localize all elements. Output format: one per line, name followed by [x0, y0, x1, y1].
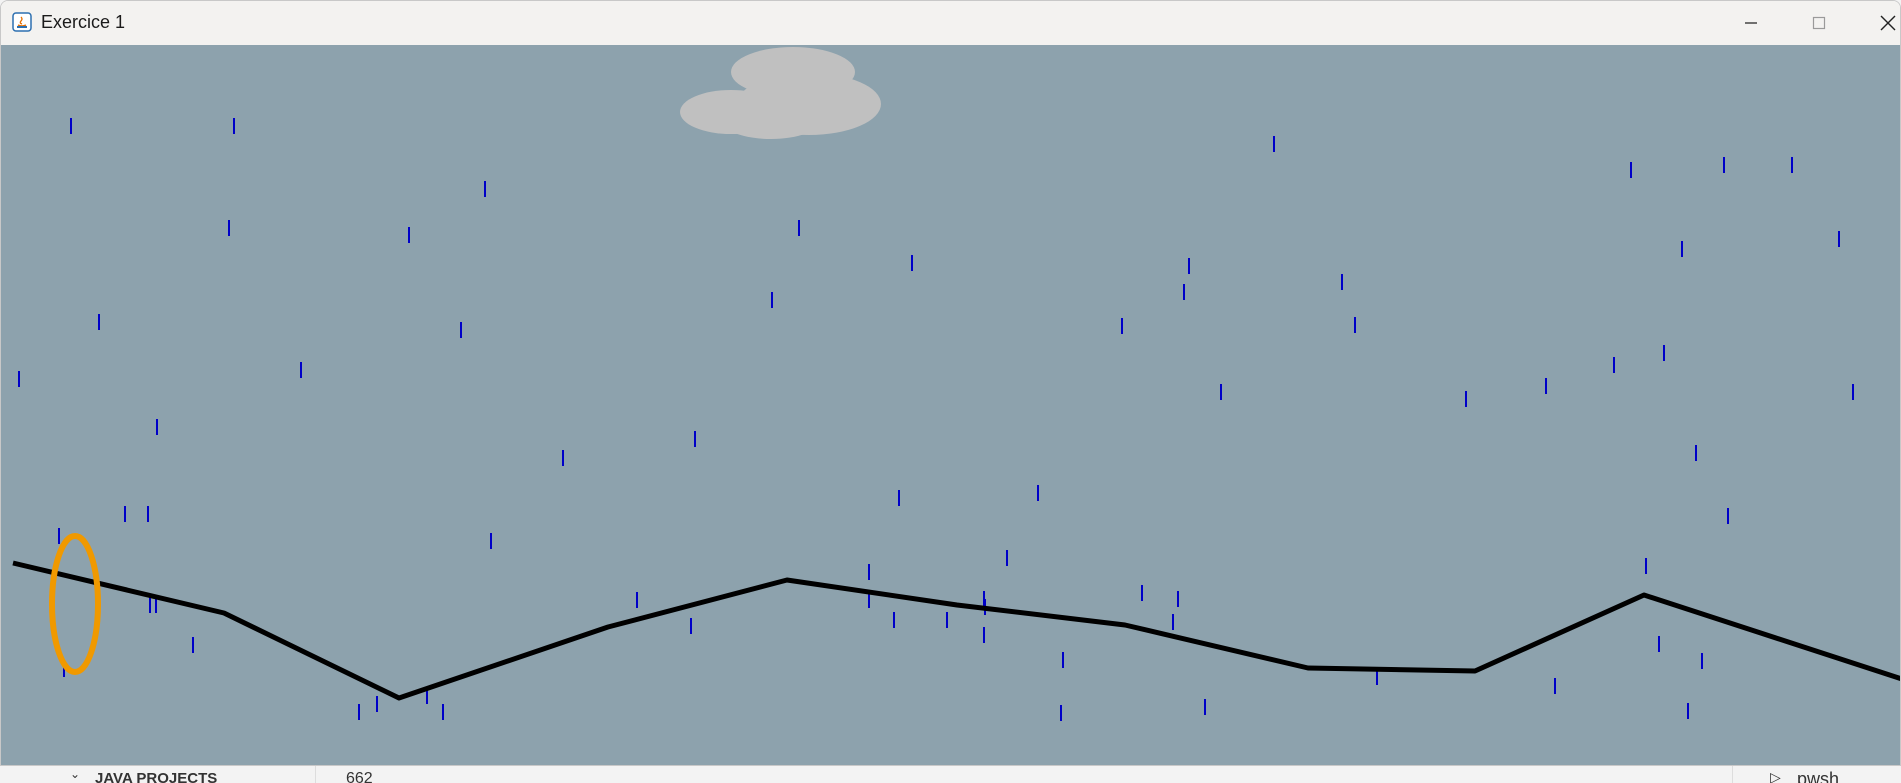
terminal-icon: ▷	[1770, 769, 1781, 783]
terminal-label[interactable]: pwsh	[1797, 769, 1839, 783]
java-projects-title: JAVA PROJECTS	[95, 770, 218, 783]
line-number-value: 662	[346, 770, 373, 783]
maximize-button[interactable]	[1785, 1, 1853, 45]
window-title: Exercice 1	[41, 12, 126, 32]
drawing-canvas	[1, 45, 1900, 765]
minimize-button[interactable]	[1717, 1, 1785, 45]
java-icon	[12, 12, 32, 32]
maximize-icon	[1812, 16, 1826, 30]
sky	[1, 45, 1900, 765]
background-app: ⌄ JAVA PROJECTS 662 ▷ pwsh	[0, 766, 1901, 783]
title-bar[interactable]: Exercice 1	[1, 1, 1900, 45]
close-icon	[1880, 15, 1896, 31]
chevron-down-icon[interactable]: ⌄	[70, 767, 80, 781]
app-window: Exercice 1	[0, 0, 1901, 766]
minimize-icon	[1745, 22, 1757, 24]
close-button[interactable]	[1853, 1, 1900, 45]
